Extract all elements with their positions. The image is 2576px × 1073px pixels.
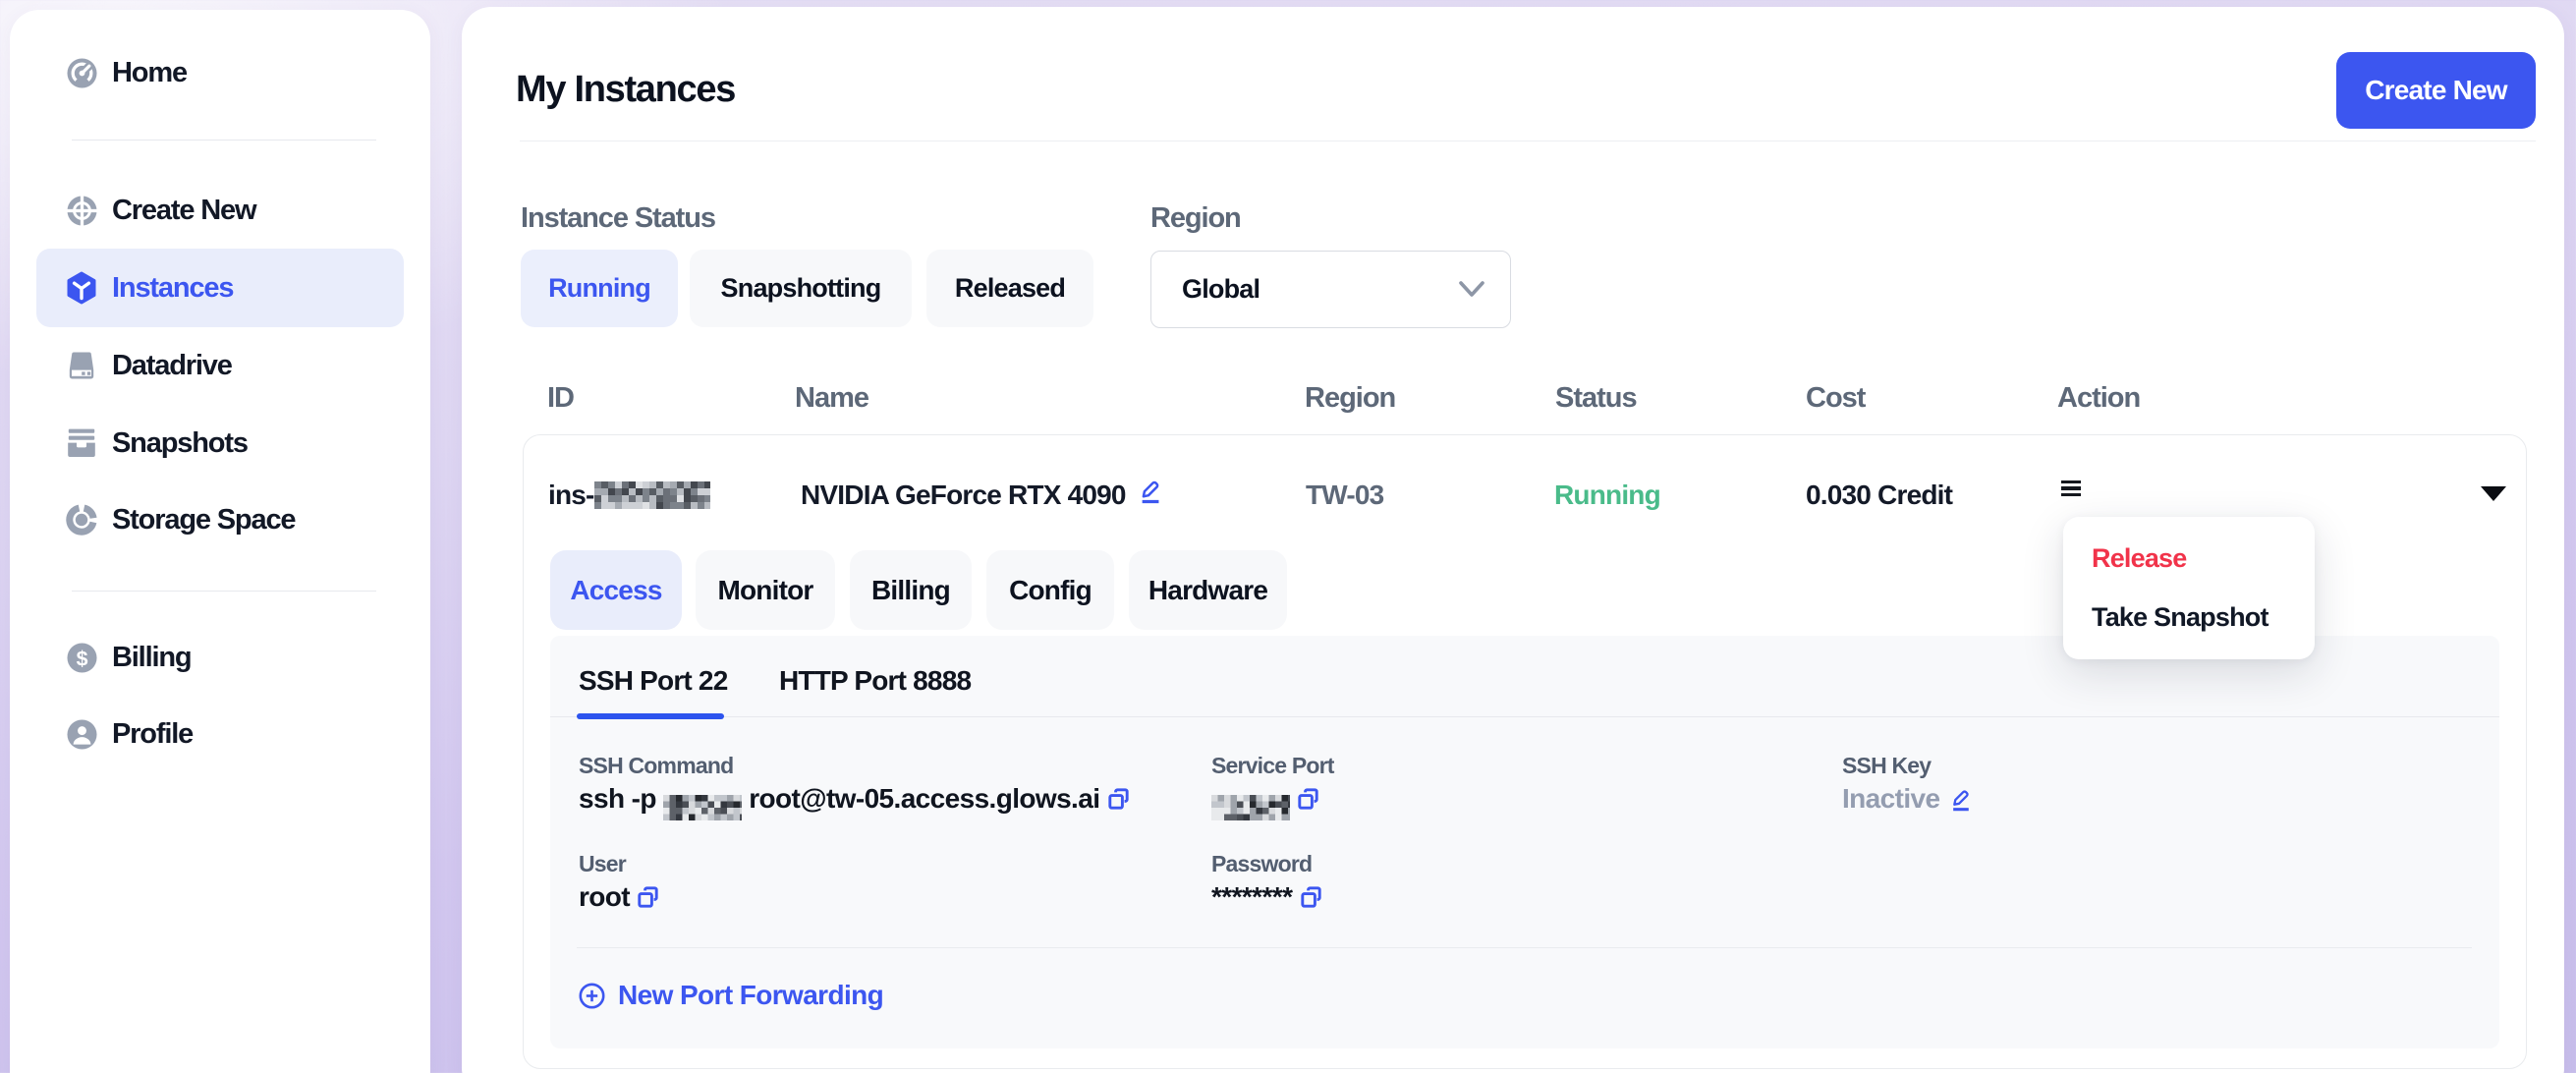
svg-text:$: $: [76, 647, 87, 670]
